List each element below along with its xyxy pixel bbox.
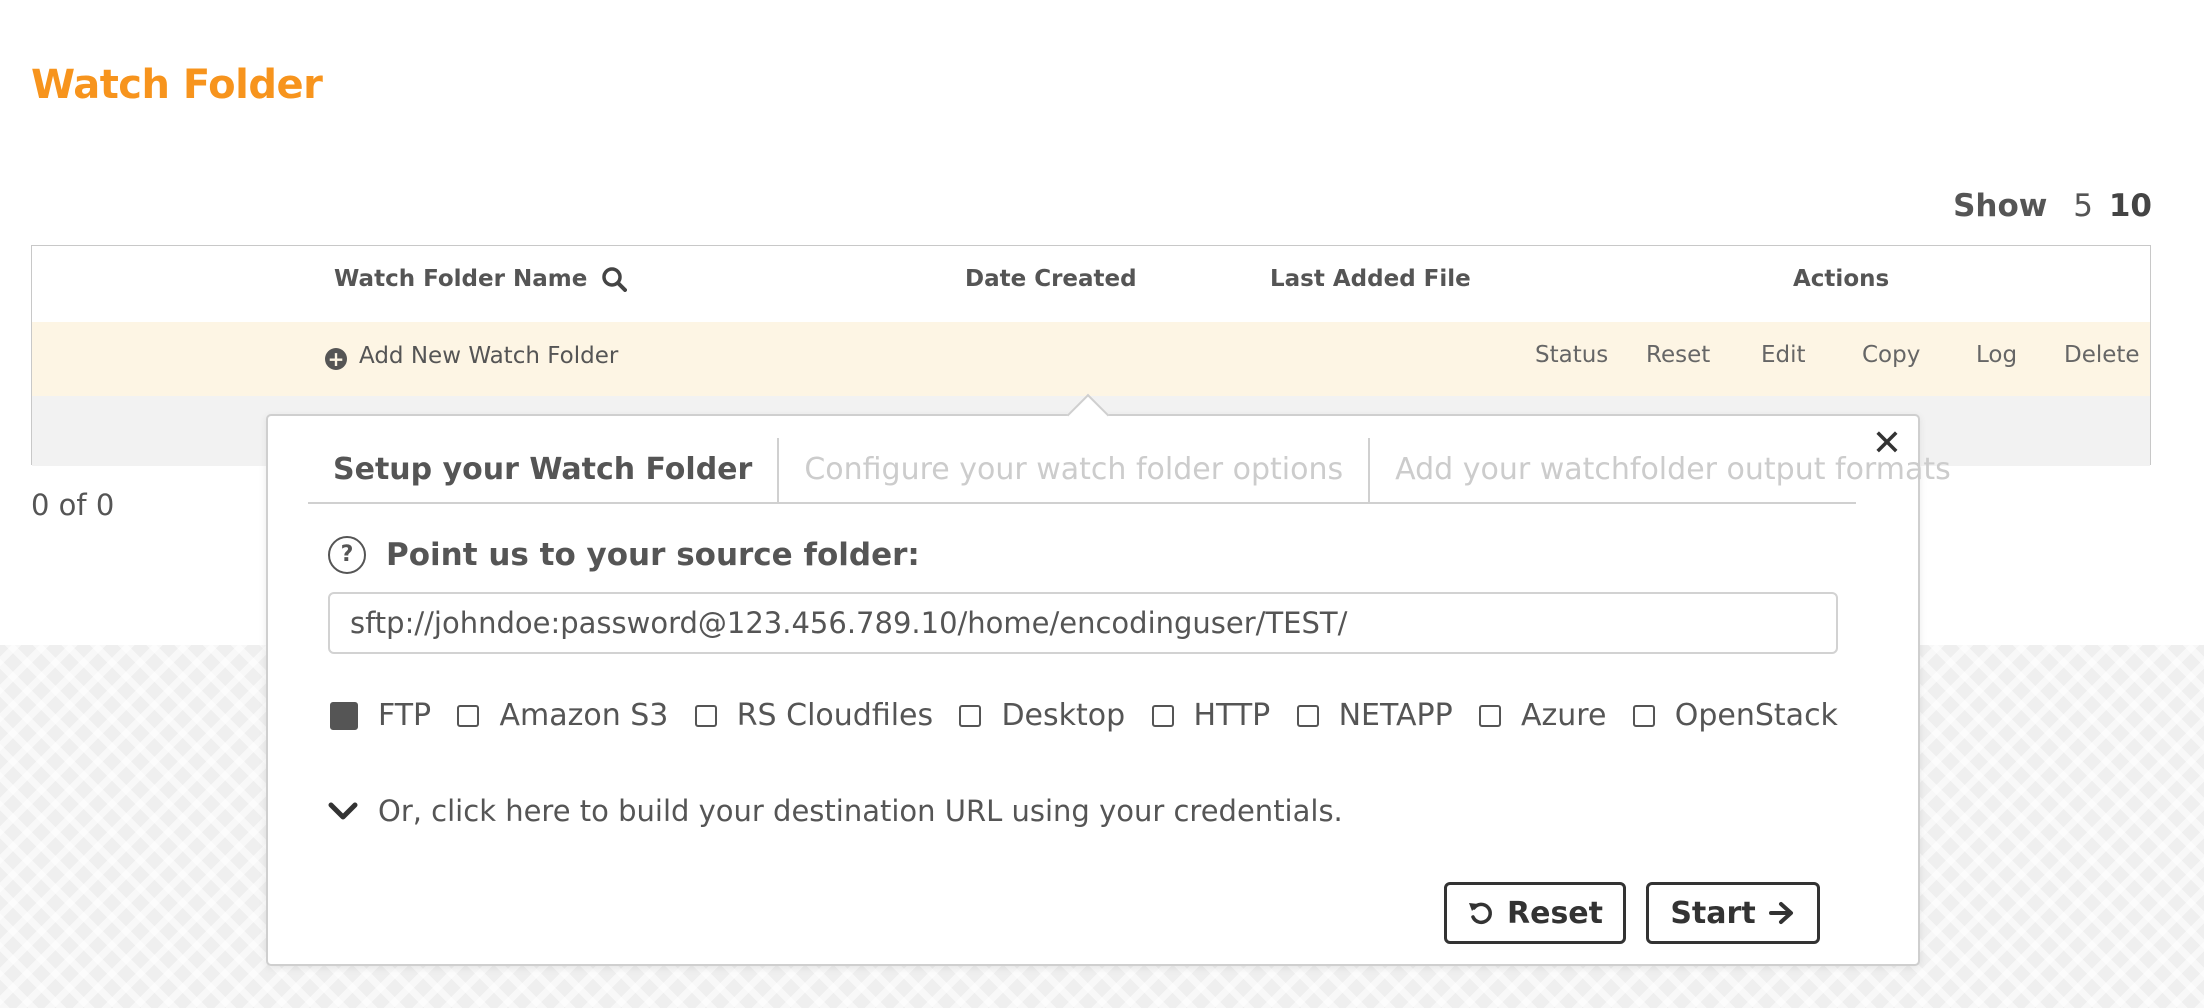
start-label: Start [1670, 895, 1756, 931]
option-ftp[interactable]: FTP [330, 698, 431, 733]
checkbox-desktop[interactable] [959, 704, 982, 727]
header-last-added-file: Last Added File [1270, 266, 1471, 292]
show-label: Show [1953, 188, 2048, 224]
add-new-watch-folder-link[interactable]: + Add New Watch Folder [325, 342, 618, 370]
action-log[interactable]: Log [1976, 342, 2017, 368]
option-label: Desktop [1001, 698, 1126, 733]
show-option-5[interactable]: 5 [2073, 188, 2093, 224]
arrow-right-icon [1768, 902, 1793, 924]
help-icon[interactable]: ? [328, 536, 366, 574]
option-netapp[interactable]: NETAPP [1296, 698, 1453, 733]
option-label: HTTP [1193, 698, 1271, 733]
start-button[interactable]: Start [1646, 882, 1820, 944]
source-folder-label: Point us to your source folder: [386, 537, 920, 573]
build-url-link[interactable]: Or, click here to build your destination… [328, 794, 1343, 828]
checkbox-netapp[interactable] [1296, 704, 1319, 727]
option-openstack[interactable]: OpenStack [1632, 698, 1838, 733]
header-actions: Actions [1793, 266, 1890, 292]
source-url-input[interactable] [328, 592, 1838, 654]
table-header: Watch Folder Name Date Created Last Adde… [32, 246, 2150, 323]
checkbox-amazon-s3[interactable] [457, 704, 480, 727]
checkbox-rs-cloudfiles[interactable] [694, 704, 717, 727]
action-status[interactable]: Status [1535, 342, 1608, 368]
option-label: RS Cloudfiles [736, 698, 934, 733]
search-icon[interactable] [601, 266, 628, 292]
tab-configure[interactable]: Configure your watch folder options [779, 438, 1371, 502]
checkbox-ftp[interactable] [330, 701, 358, 730]
option-azure[interactable]: Azure [1479, 698, 1606, 733]
reset-label: Reset [1507, 895, 1603, 931]
reset-button[interactable]: Reset [1444, 882, 1626, 944]
option-desktop[interactable]: Desktop [959, 698, 1125, 733]
checkbox-azure[interactable] [1479, 704, 1502, 727]
add-row: + Add New Watch Folder Status Reset Edit… [32, 322, 2150, 397]
chevron-down-icon [328, 802, 358, 820]
option-http[interactable]: HTTP [1151, 698, 1271, 733]
option-label: Azure [1521, 698, 1607, 733]
action-edit[interactable]: Edit [1761, 342, 1806, 368]
action-copy[interactable]: Copy [1862, 342, 1920, 368]
option-amazon-s3[interactable]: Amazon S3 [457, 698, 668, 733]
tab-setup[interactable]: Setup your Watch Folder [308, 438, 780, 502]
option-rs-cloudfiles[interactable]: RS Cloudfiles [694, 698, 934, 733]
option-label: NETAPP [1338, 698, 1453, 733]
option-label: OpenStack [1674, 698, 1838, 733]
action-delete[interactable]: Delete [2064, 342, 2140, 368]
source-folder-heading: ? Point us to your source folder: [328, 536, 920, 574]
setup-modal: ✕ Setup your Watch Folder Configure your… [266, 393, 1951, 966]
result-count: 0 of 0 [31, 488, 115, 522]
build-url-label: Or, click here to build your destination… [378, 794, 1343, 828]
checkbox-http[interactable] [1151, 704, 1174, 727]
plus-circle-icon: + [325, 348, 347, 370]
show-option-10[interactable]: 10 [2109, 188, 2152, 224]
page-size-selector: Show 5 10 [1953, 188, 2152, 224]
page-title: Watch Folder [31, 62, 323, 108]
add-new-label: Add New Watch Folder [359, 343, 619, 369]
storage-type-options: FTP Amazon S3 RS Cloudfiles Desktop HTTP… [330, 698, 1838, 733]
checkbox-openstack[interactable] [1632, 704, 1655, 727]
tab-output-formats[interactable]: Add your watchfolder output formats [1370, 438, 1976, 502]
rotate-left-icon [1469, 902, 1492, 925]
option-label: Amazon S3 [499, 698, 669, 733]
header-watch-folder-name: Watch Folder Name [334, 266, 628, 292]
option-label: FTP [378, 698, 432, 733]
wizard-tabs: Setup your Watch Folder Configure your w… [308, 438, 1951, 504]
action-reset[interactable]: Reset [1646, 342, 1710, 368]
header-date-created: Date Created [965, 266, 1137, 292]
header-name-label: Watch Folder Name [334, 266, 588, 292]
